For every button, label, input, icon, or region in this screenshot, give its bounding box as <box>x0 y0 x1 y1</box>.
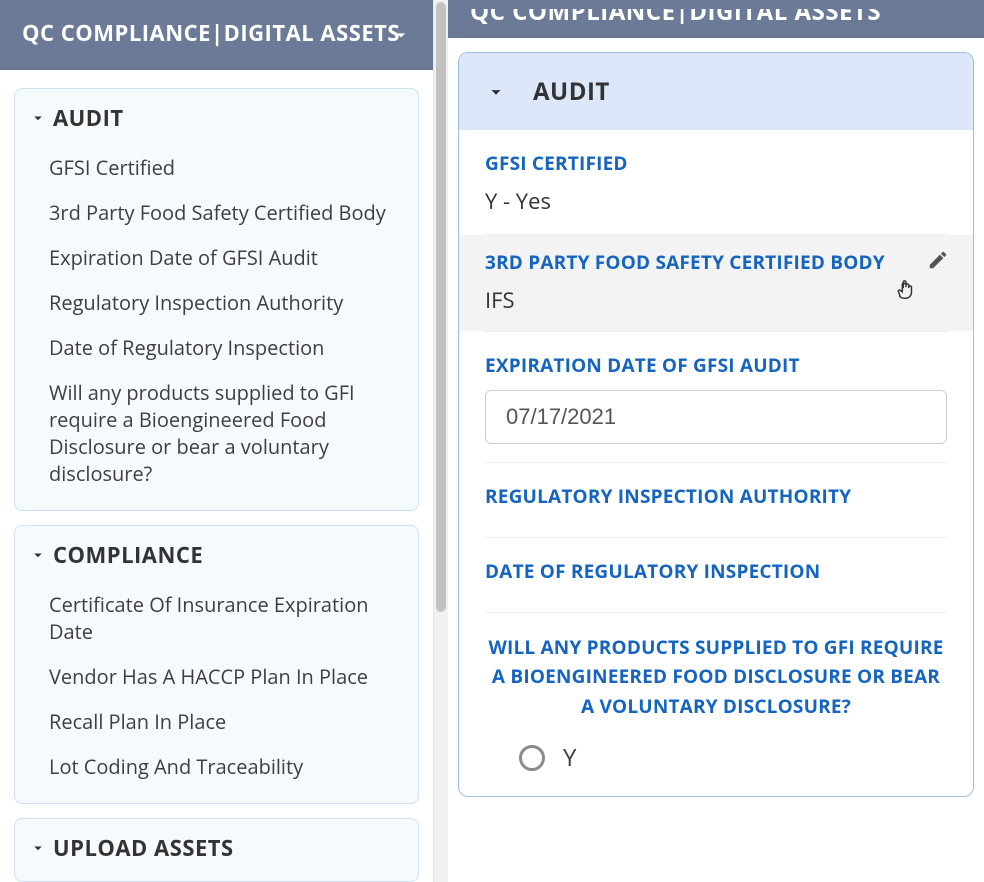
nav-item[interactable]: GFSI Certified <box>23 145 410 190</box>
nav-section-compliance: COMPLIANCE Certificate Of Insurance Expi… <box>14 525 419 804</box>
field-label: 3RD PARTY FOOD SAFETY CERTIFIED BODY <box>485 249 947 275</box>
nav-item[interactable]: Lot Coding And Traceability <box>23 744 410 789</box>
field-value: Y - Yes <box>485 176 947 216</box>
nav-body: AUDIT GFSI Certified 3rd Party Food Safe… <box>0 70 433 882</box>
field-label: REGULATORY INSPECTION AUTHORITY <box>485 483 947 509</box>
field-label: WILL ANY PRODUCTS SUPPLIED TO GFI REQUIR… <box>485 633 947 721</box>
nav-item[interactable]: 3rd Party Food Safety Certified Body <box>23 190 410 235</box>
left-header[interactable]: QC COMPLIANCE|DIGITAL ASSETS <box>0 0 433 70</box>
field-label: DATE OF REGULATORY INSPECTION <box>485 558 947 584</box>
scrollbar-thumb[interactable] <box>436 2 446 612</box>
nav-item[interactable]: Regulatory Inspection Authority <box>23 280 410 325</box>
nav-item[interactable]: Date of Regulatory Inspection <box>23 325 410 370</box>
nav-section-title: COMPLIANCE <box>53 540 203 570</box>
vertical-scrollbar[interactable] <box>434 0 448 882</box>
left-header-title: QC COMPLIANCE|DIGITAL ASSETS <box>22 18 400 48</box>
nav-section-head-upload[interactable]: UPLOAD ASSETS <box>15 819 418 881</box>
field-reg-date: DATE OF REGULATORY INSPECTION <box>459 538 973 613</box>
nav-section-head-audit[interactable]: AUDIT <box>15 89 418 141</box>
right-header: QC COMPLIANCE|DIGITAL ASSETS <box>448 0 984 38</box>
chevron-down-icon[interactable] <box>391 22 411 52</box>
field-value <box>485 509 947 519</box>
nav-item[interactable]: Expiration Date of GFSI Audit <box>23 235 410 280</box>
nav-section-head-compliance[interactable]: COMPLIANCE <box>15 526 418 578</box>
right-header-title: QC COMPLIANCE|DIGITAL ASSETS <box>470 0 962 24</box>
field-value <box>485 584 947 594</box>
field-label: GFSI CERTIFIED <box>485 150 947 176</box>
field-label: EXPIRATION DATE OF GFSI AUDIT <box>485 352 947 378</box>
field-value: IFS <box>485 275 947 315</box>
field-gfsi-certified: GFSI CERTIFIED Y - Yes <box>459 130 973 235</box>
nav-item[interactable]: Certificate Of Insurance Expiration Date <box>23 582 410 654</box>
form-card: AUDIT GFSI CERTIFIED Y - Yes 3RD PARTY F… <box>458 52 974 797</box>
expiration-date-input[interactable] <box>485 390 947 444</box>
nav-section-audit: AUDIT GFSI Certified 3rd Party Food Safe… <box>14 88 419 511</box>
nav-item[interactable]: Vendor Has A HACCP Plan In Place <box>23 654 410 699</box>
field-third-party-body[interactable]: 3RD PARTY FOOD SAFETY CERTIFIED BODY IFS <box>459 235 973 332</box>
chevron-down-icon <box>29 839 47 857</box>
radio-label: Y <box>563 741 576 774</box>
form-section-title: AUDIT <box>533 75 610 108</box>
field-reg-authority: REGULATORY INSPECTION AUTHORITY <box>459 463 973 538</box>
radio-option[interactable]: Y <box>485 721 947 774</box>
right-panel: QC COMPLIANCE|DIGITAL ASSETS AUDIT GFSI … <box>448 0 984 882</box>
nav-section-title: UPLOAD ASSETS <box>53 833 234 863</box>
nav-section-title: AUDIT <box>53 103 124 133</box>
chevron-down-icon <box>29 546 47 564</box>
chevron-down-icon <box>29 109 47 127</box>
field-expiration-date: EXPIRATION DATE OF GFSI AUDIT <box>459 332 973 463</box>
nav-item[interactable]: Recall Plan In Place <box>23 699 410 744</box>
chevron-down-icon <box>485 81 507 103</box>
form-section-head[interactable]: AUDIT <box>459 53 973 130</box>
left-panel: QC COMPLIANCE|DIGITAL ASSETS AUDIT GFSI … <box>0 0 434 882</box>
pencil-icon[interactable] <box>927 249 949 276</box>
form-area: AUDIT GFSI CERTIFIED Y - Yes 3RD PARTY F… <box>448 38 984 817</box>
nav-section-upload-assets: UPLOAD ASSETS <box>14 818 419 882</box>
field-bioengineered: WILL ANY PRODUCTS SUPPLIED TO GFI REQUIR… <box>459 613 973 796</box>
nav-item[interactable]: Will any products supplied to GFI requir… <box>23 370 410 496</box>
radio-icon[interactable] <box>519 745 545 771</box>
